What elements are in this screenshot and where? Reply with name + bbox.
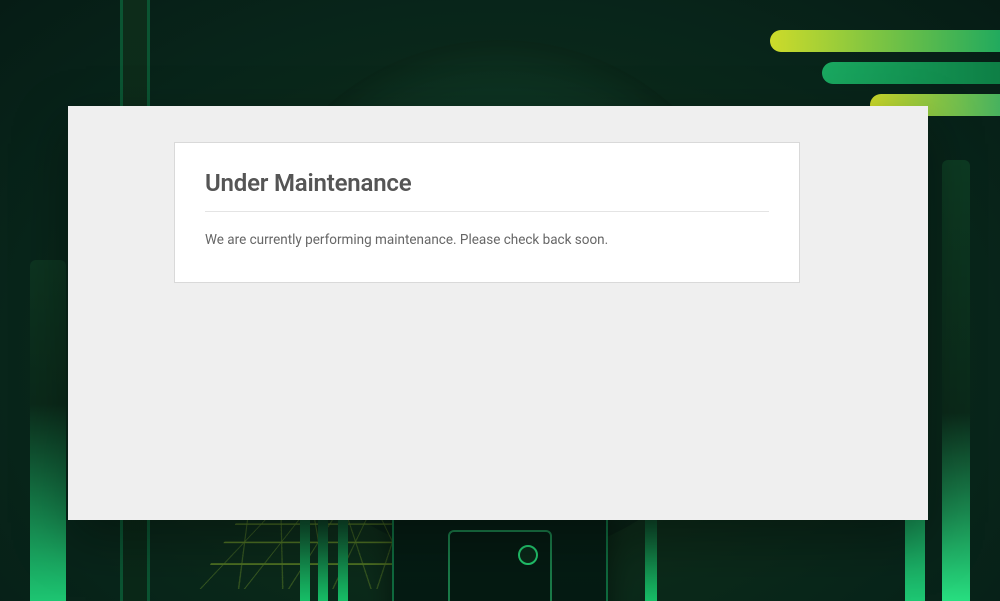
maintenance-title: Under Maintenance xyxy=(205,169,769,212)
pillar-decoration xyxy=(942,160,970,601)
maintenance-message: We are currently performing maintenance.… xyxy=(205,230,769,250)
character-pocket xyxy=(448,530,552,601)
character-badge-icon xyxy=(518,545,538,565)
pillar-decoration xyxy=(30,260,66,601)
speed-line-decoration xyxy=(822,62,1000,84)
speed-line-decoration xyxy=(770,30,1000,52)
foreground-panel: Under Maintenance We are currently perfo… xyxy=(68,106,928,520)
maintenance-card: Under Maintenance We are currently perfo… xyxy=(174,142,800,283)
stick-decoration xyxy=(318,510,328,601)
